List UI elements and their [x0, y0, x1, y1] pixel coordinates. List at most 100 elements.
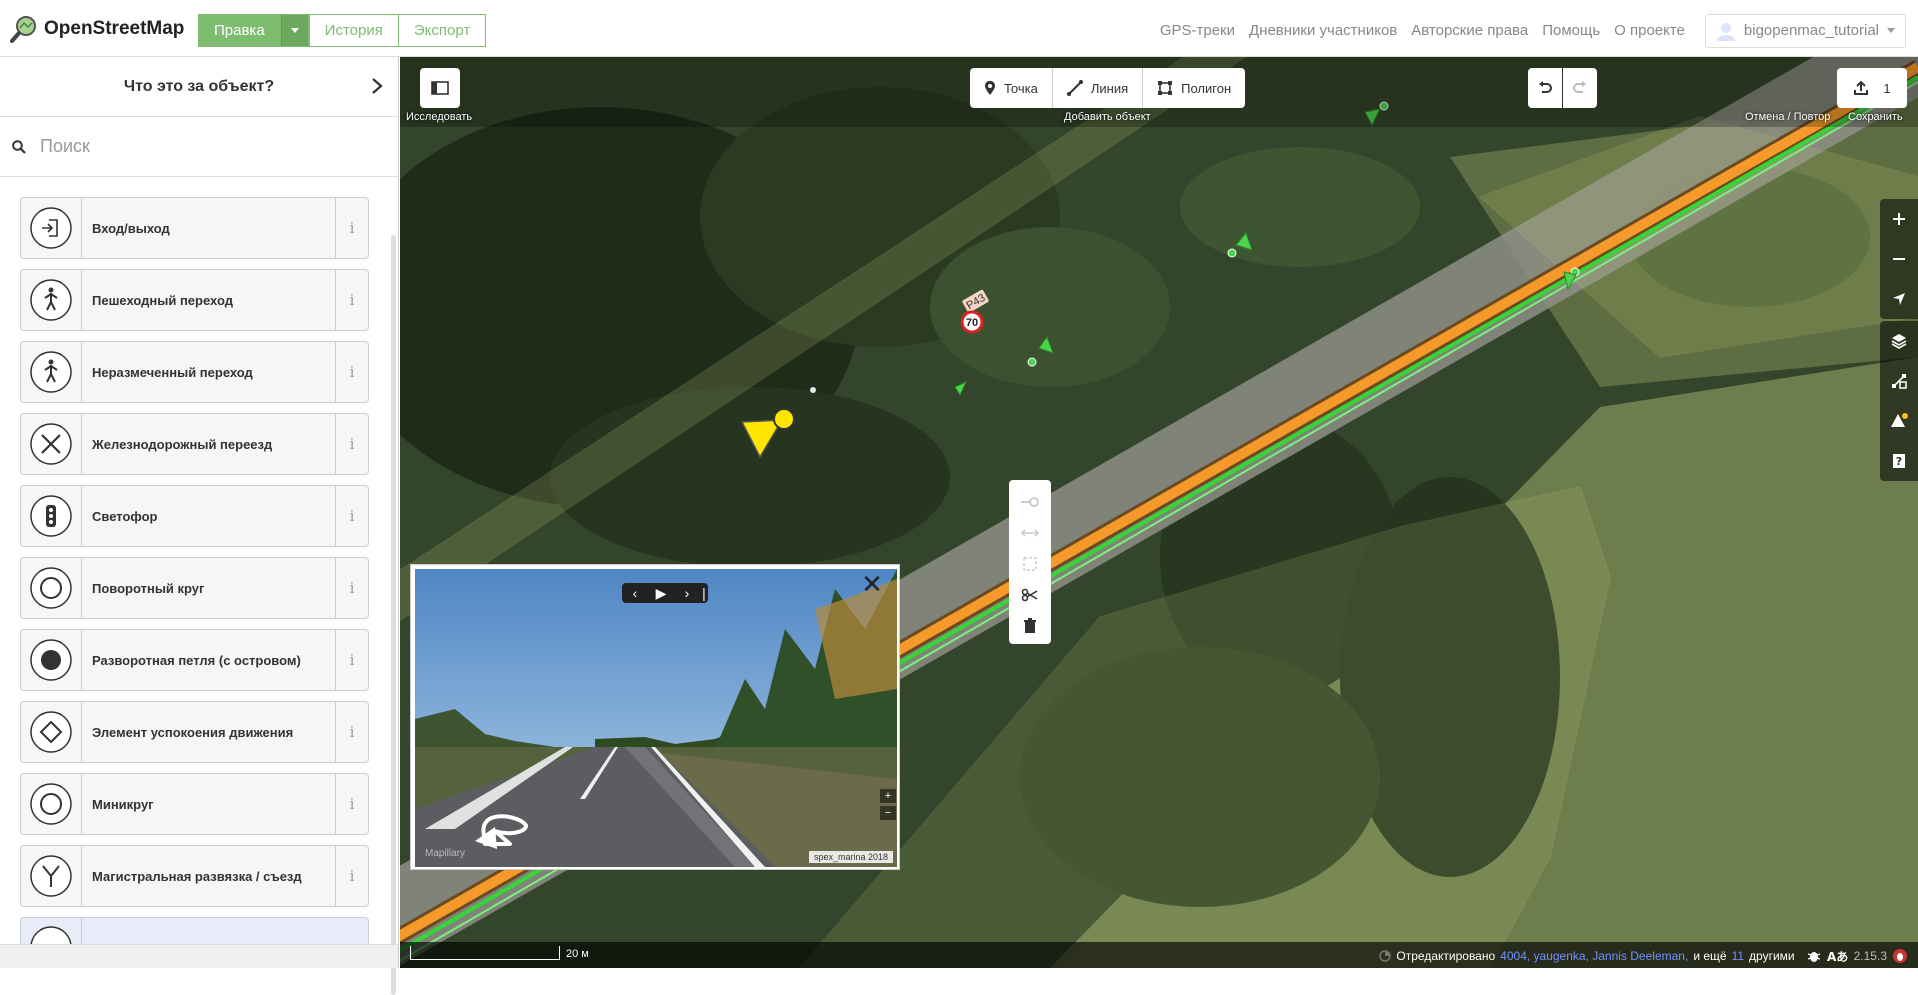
preset-info-button[interactable]: i: [335, 198, 368, 258]
pedestrian-icon: [30, 279, 72, 321]
preset-info-button[interactable]: i: [335, 630, 368, 690]
preset-item[interactable]: Миникруг i: [20, 773, 369, 835]
preset-icon-box: [21, 918, 82, 947]
help-button[interactable]: ?: [1880, 441, 1918, 481]
caret-down-icon: [1887, 27, 1895, 33]
user-avatar-icon: [1716, 22, 1735, 41]
photo-zoom-controls: + −: [880, 789, 896, 820]
undo-button[interactable]: [1528, 68, 1562, 108]
preset-item[interactable]: Светофор i: [20, 485, 369, 547]
preset-info-button[interactable]: i: [335, 486, 368, 546]
street-level-photo: [415, 569, 897, 867]
preset-item[interactable]: Пешеходный переход i: [20, 269, 369, 331]
preset-icon-box: [21, 774, 82, 834]
photo-zoom-out-button[interactable]: −: [880, 806, 896, 820]
line-icon: [1066, 80, 1083, 96]
attribution: Отредактировано 4004, yaugenka, Jannis D…: [1379, 948, 1908, 964]
speed-limit-label: 70: [966, 317, 978, 329]
background-layers-button[interactable]: [1880, 321, 1918, 361]
sidebar-scrollbar[interactable]: [391, 235, 396, 995]
bug-icon[interactable]: [1806, 949, 1822, 963]
edit-button[interactable]: Правка: [198, 14, 281, 47]
toggle-sidebar-button[interactable]: [420, 68, 460, 108]
preset-search: [0, 117, 398, 177]
photo-prev-button[interactable]: ‹: [622, 583, 648, 603]
preset-item[interactable]: Магистральная развязка / съезд i: [20, 845, 369, 907]
straighten-operation[interactable]: [1009, 517, 1051, 548]
diamond-icon: [30, 711, 72, 753]
add-line-button[interactable]: Линия: [1053, 68, 1144, 108]
version-label[interactable]: 2.15.3: [1854, 949, 1887, 963]
preset-item[interactable]: [20, 917, 369, 947]
map-controls-panels: ?: [1880, 321, 1918, 481]
bug-report-icon[interactable]: [1892, 948, 1908, 964]
edit-button-group: Правка История Экспорт: [198, 14, 487, 47]
nav-user-diaries[interactable]: Дневники участников: [1249, 22, 1397, 39]
accessibility-icon[interactable]: Aあ: [1827, 949, 1849, 963]
add-feature-group: Точка Линия Полигон: [970, 68, 1246, 108]
preset-item[interactable]: Элемент успокоения движения i: [20, 701, 369, 763]
preset-icon-box: [21, 486, 82, 546]
nav-copyright[interactable]: Авторские права: [1411, 22, 1528, 39]
sidebar-header: Что это за объект?: [0, 57, 398, 117]
preset-icon-box: [21, 558, 82, 618]
preset-label: Элемент успокоения движения: [92, 724, 294, 740]
preset-info-button[interactable]: i: [335, 414, 368, 474]
railway-crossing-icon: [30, 423, 72, 465]
delete-operation[interactable]: [1009, 610, 1051, 641]
nav-about[interactable]: О проекте: [1614, 22, 1685, 39]
continue-operation[interactable]: [1009, 486, 1051, 517]
add-point-button[interactable]: Точка: [970, 68, 1053, 108]
map-controls-zoom: [1880, 199, 1918, 319]
junction-icon: [30, 855, 72, 897]
preset-info-button[interactable]: i: [335, 558, 368, 618]
map-view[interactable]: Р43 70 Исследовать Точка Линия Полигон Д…: [400, 57, 1918, 968]
search-input[interactable]: [40, 136, 340, 157]
preset-info-button[interactable]: i: [335, 846, 368, 906]
extract-operation[interactable]: [1009, 548, 1051, 579]
sidebar-toggle-icon: [431, 81, 449, 95]
username: bigopenmac_tutorial: [1743, 22, 1879, 39]
nav-gps-traces[interactable]: GPS-треки: [1160, 22, 1235, 39]
photo-zoom-in-button[interactable]: +: [880, 789, 896, 803]
preset-info-button[interactable]: i: [335, 342, 368, 402]
street-photo[interactable]: ‹ ▶ › | + − Mapillary spex_marina 2018: [415, 569, 897, 867]
geolocate-button[interactable]: [1880, 279, 1918, 319]
preset-item[interactable]: Вход/выход i: [20, 197, 369, 259]
preset-info-button[interactable]: i: [335, 774, 368, 834]
add-area-button[interactable]: Полигон: [1143, 68, 1245, 108]
preset-item[interactable]: Разворотная петля (с островом) i: [20, 629, 369, 691]
osm-logo[interactable]: OpenStreetMap: [10, 14, 184, 44]
nav-help[interactable]: Помощь: [1542, 22, 1600, 39]
zoom-out-button[interactable]: [1880, 239, 1918, 279]
pedestrian-icon: [30, 351, 72, 393]
top-bar: OpenStreetMap Правка История Экспорт GPS…: [0, 0, 1918, 57]
preset-item[interactable]: Железнодорожный переезд i: [20, 413, 369, 475]
map-data-button[interactable]: [1880, 361, 1918, 401]
history-button[interactable]: История: [308, 14, 399, 47]
edit-dropdown-button[interactable]: [280, 14, 309, 47]
photo-next-button[interactable]: ›: [674, 583, 700, 603]
map-scale[interactable]: 20 м: [410, 946, 589, 960]
more-editors-link[interactable]: 11: [1732, 949, 1744, 963]
redo-button[interactable]: [1563, 68, 1597, 108]
close-photo-button[interactable]: ✕: [854, 569, 890, 599]
split-operation[interactable]: [1009, 579, 1051, 610]
photo-credit[interactable]: spex_marina 2018: [808, 851, 893, 863]
preset-item[interactable]: Неразмеченный переход i: [20, 341, 369, 403]
photo-speed-slider[interactable]: |: [700, 583, 708, 603]
photo-play-button[interactable]: ▶: [648, 583, 674, 603]
osm-magnifier-icon: [10, 16, 36, 43]
preset-label: Железнодорожный переезд: [92, 436, 273, 452]
zoom-in-button[interactable]: [1880, 199, 1918, 239]
preset-item[interactable]: Поворотный круг i: [20, 557, 369, 619]
export-button[interactable]: Экспорт: [398, 14, 487, 47]
preset-info-button[interactable]: i: [335, 270, 368, 330]
user-menu[interactable]: bigopenmac_tutorial: [1704, 13, 1906, 48]
chevron-right-icon[interactable]: [370, 77, 384, 95]
continue-icon: [1021, 496, 1039, 507]
editors-link[interactable]: 4004, yaugenka, Jannis Deeleman,: [1500, 949, 1688, 963]
preset-info-button[interactable]: i: [335, 702, 368, 762]
issues-button[interactable]: [1880, 401, 1918, 441]
save-button[interactable]: 1: [1837, 68, 1907, 108]
